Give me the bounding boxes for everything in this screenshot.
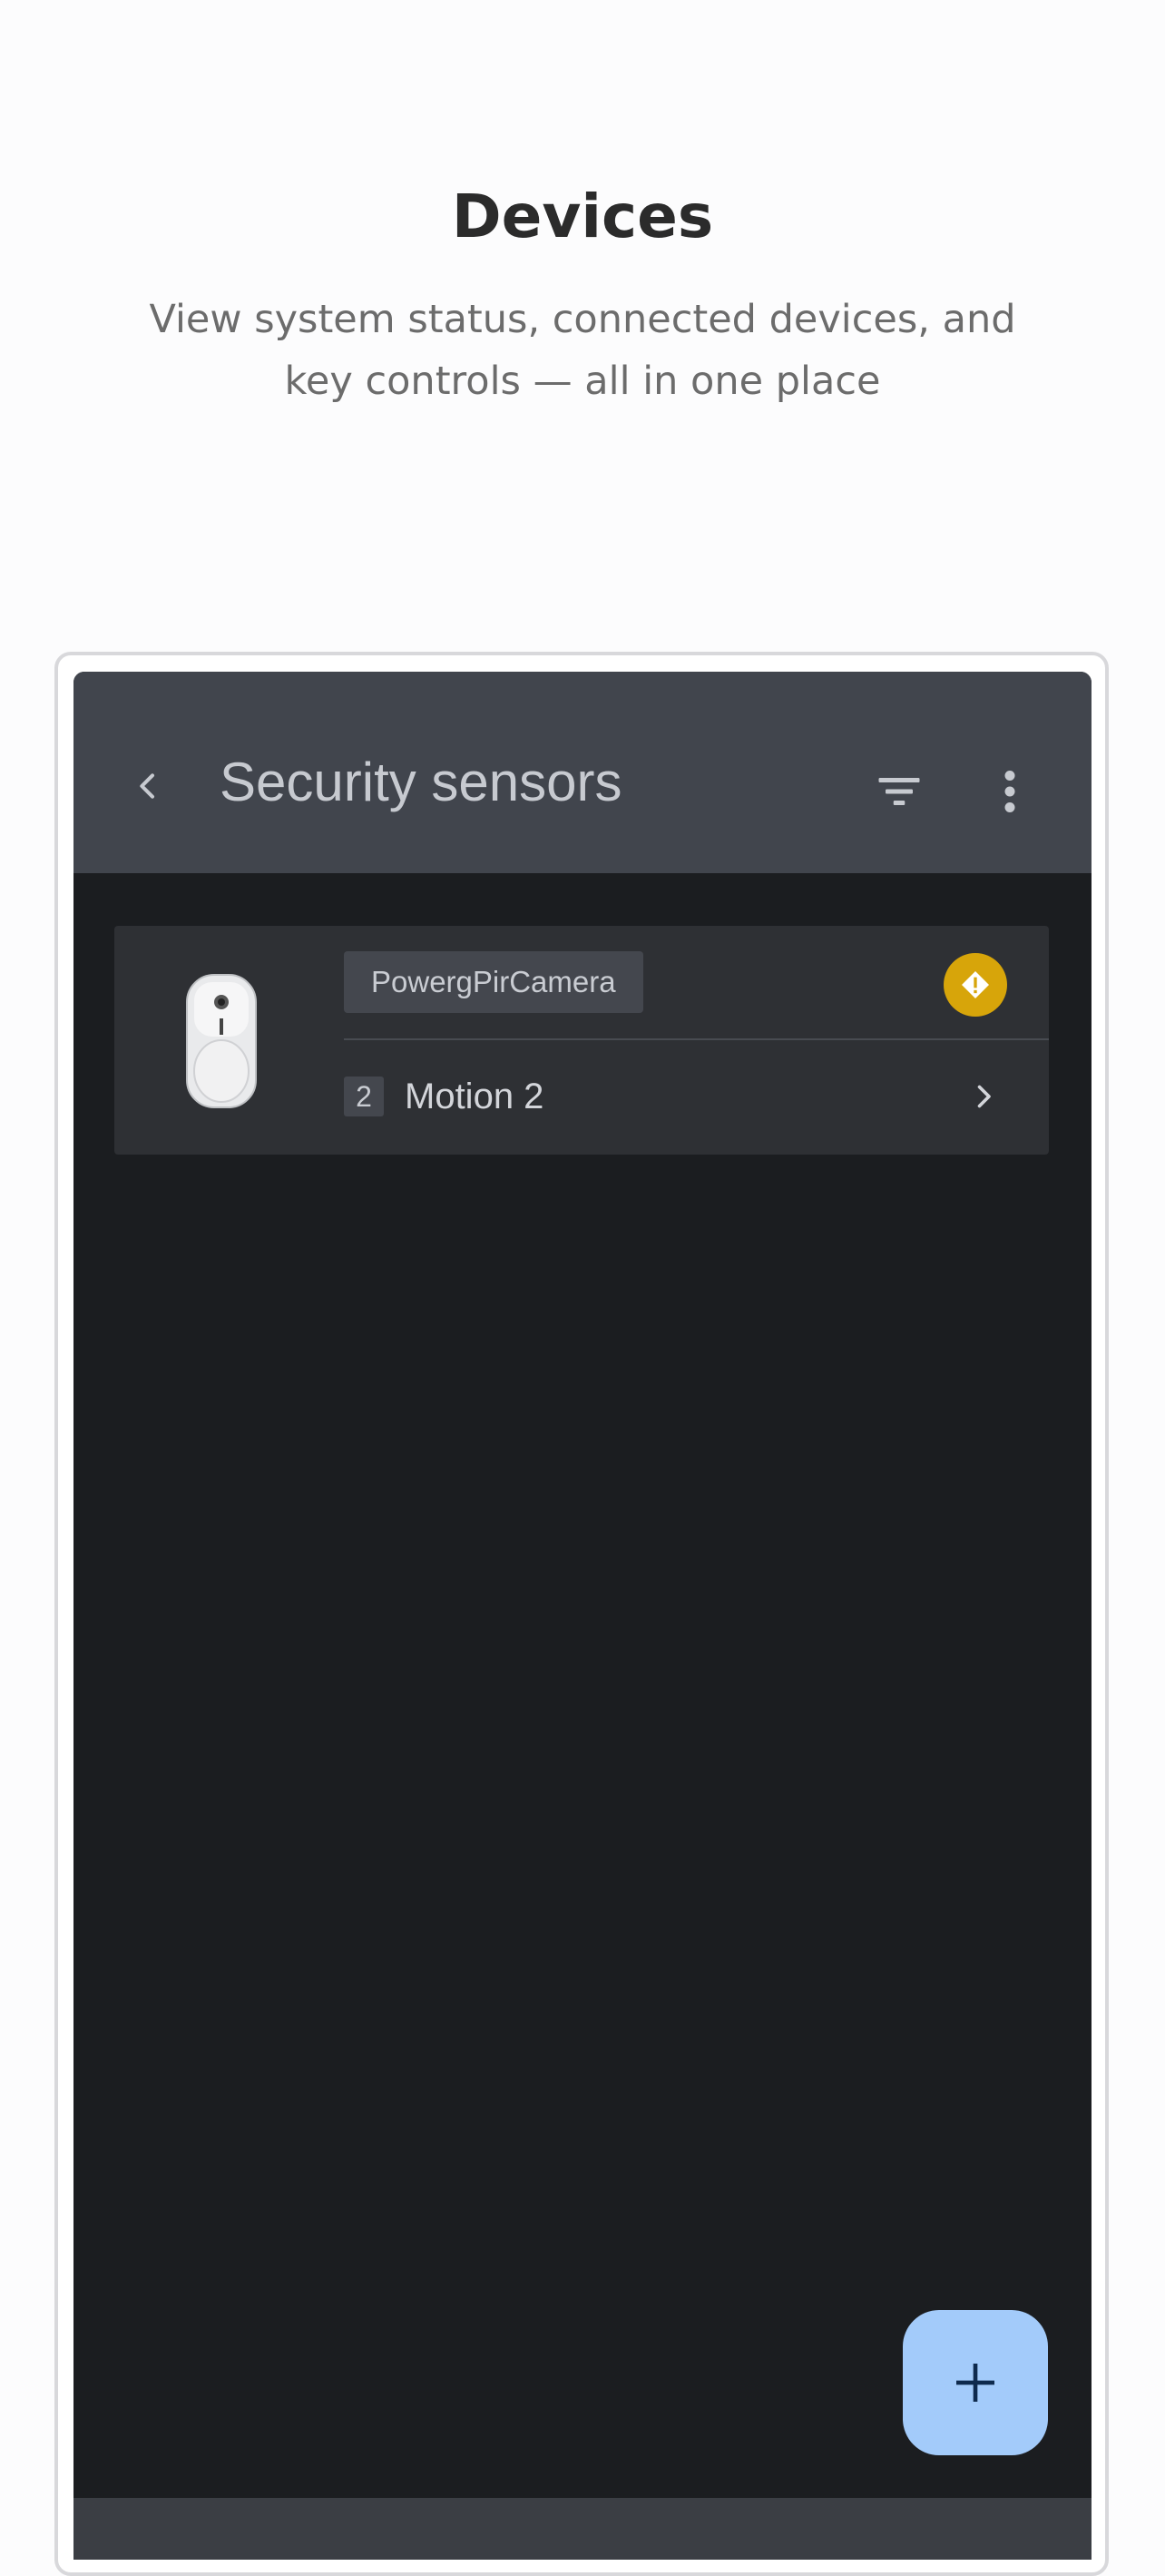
filter-button[interactable] [863,755,935,828]
add-sensor-button[interactable] [903,2310,1048,2455]
pir-camera-device-image [186,974,257,1108]
back-button[interactable] [121,759,175,813]
open-sensor-button[interactable] [958,1071,1009,1122]
chevron-left-icon [140,773,154,799]
plus-icon [956,2364,994,2402]
more-vert-icon [1004,771,1015,812]
promo-title: Devices [451,182,714,251]
chevron-right-icon [977,1085,991,1108]
promo-subtitle: View system status, connected devices, a… [149,297,1016,404]
warning-icon [962,971,989,998]
page-title: Security sensors [220,752,622,812]
filter-icon [878,778,920,805]
device-card[interactable]: PowergPirCamera 2 Motion 2 [114,926,1049,1155]
bottom-bar [73,2498,1092,2560]
more-options-button[interactable] [983,755,1037,828]
app-bar: Security sensors [73,672,1092,873]
app-screen: Security sensors PowergPirCamera 2 Motio… [73,672,1092,2560]
divider [344,1038,1049,1040]
sensor-name: Motion 2 [405,1077,544,1116]
device-model-chip: PowergPirCamera [344,951,643,1013]
zone-number-badge: 2 [344,1077,384,1116]
warning-badge[interactable] [944,953,1007,1017]
